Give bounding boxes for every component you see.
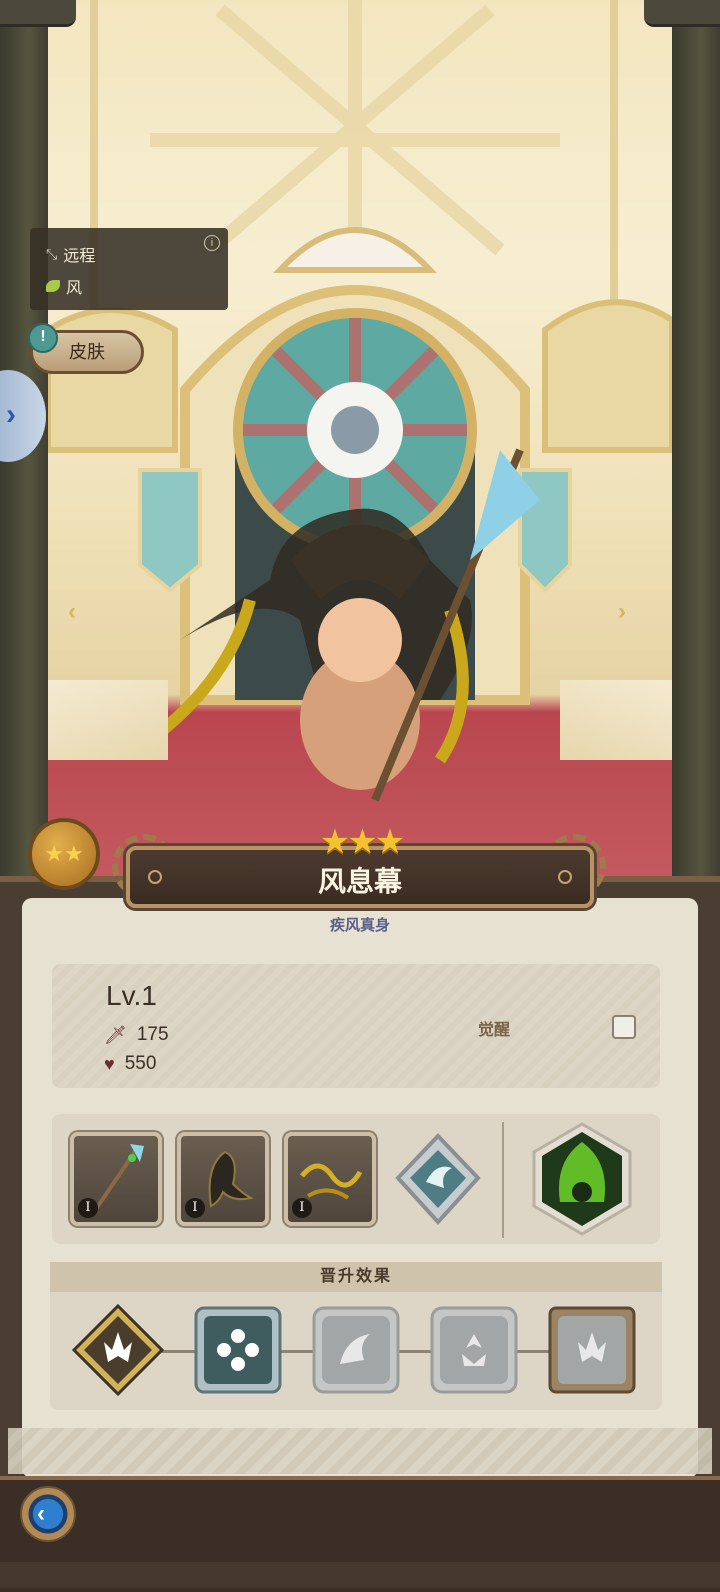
hero-name: 风息幕 bbox=[317, 866, 402, 897]
element-label: 风 bbox=[66, 280, 83, 297]
range-label: 远程 bbox=[63, 248, 96, 265]
plate-rivet-right bbox=[558, 870, 572, 884]
hero-showcase-scene bbox=[0, 0, 720, 890]
rank-badge[interactable]: ★★ bbox=[28, 818, 100, 890]
sword-icon: 🗡 bbox=[104, 1024, 127, 1045]
floor-tiles-left bbox=[48, 680, 168, 760]
previous-hero-arrow[interactable]: ‹ bbox=[68, 598, 92, 626]
attack-stat: 🗡 175 bbox=[104, 1024, 169, 1046]
hero-subtitle: 疾风真身 bbox=[329, 917, 390, 934]
promotion-stage-2[interactable] bbox=[192, 1304, 284, 1396]
info-icon[interactable]: i bbox=[204, 235, 220, 251]
awaken-label: 觉醒 bbox=[478, 1022, 511, 1039]
equipment-divider bbox=[502, 1122, 504, 1238]
right-pillar-cap bbox=[644, 0, 720, 27]
rank-star-icon: ★★ bbox=[44, 841, 84, 866]
range-row: ⤡ 远程 bbox=[46, 242, 95, 266]
promotion-header: 晋升效果 bbox=[50, 1262, 662, 1292]
promotion-stage-5[interactable] bbox=[546, 1304, 638, 1396]
equipment-slot-weapon[interactable]: I bbox=[70, 1132, 162, 1226]
skill-slot[interactable] bbox=[530, 1122, 634, 1236]
back-button[interactable]: ‹ bbox=[20, 1486, 76, 1542]
bottom-strip bbox=[0, 1562, 720, 1588]
hero-level: Lv.1 bbox=[106, 980, 157, 1011]
equipment-tier: I bbox=[292, 1198, 312, 1218]
awaken-checkbox[interactable] bbox=[612, 1015, 636, 1039]
hp-value: 550 bbox=[124, 1053, 157, 1074]
equipment-tier: I bbox=[78, 1198, 98, 1218]
panel-hatch-footer bbox=[8, 1428, 712, 1474]
wind-leaf-icon bbox=[46, 280, 60, 292]
element-row: 风 bbox=[46, 274, 82, 298]
skin-alert-badge: ! bbox=[28, 323, 58, 353]
back-arrow-icon: ‹ bbox=[37, 1500, 45, 1527]
equipment-tier: I bbox=[185, 1198, 205, 1218]
left-pillar-cap bbox=[0, 0, 76, 27]
star-rating: ★★★ bbox=[306, 822, 416, 862]
chevron-right-icon: › bbox=[6, 398, 16, 431]
promotion-stage-4[interactable] bbox=[428, 1304, 520, 1396]
star-icon: ★ bbox=[374, 823, 406, 861]
heart-icon: ♥ bbox=[104, 1053, 115, 1074]
promotion-stage-1[interactable] bbox=[72, 1304, 164, 1396]
hero-type-info[interactable]: ⤡ 远程 风 i bbox=[30, 228, 228, 310]
hp-stat: ♥ 550 bbox=[104, 1053, 156, 1075]
equipment-slot-armor[interactable]: I bbox=[177, 1132, 269, 1226]
equipment-slot-accessory[interactable]: I bbox=[284, 1132, 376, 1226]
next-hero-arrow[interactable]: › bbox=[618, 598, 642, 626]
relic-slot[interactable] bbox=[392, 1132, 484, 1226]
right-pillar bbox=[672, 0, 720, 890]
attack-value: 175 bbox=[136, 1024, 169, 1045]
star-icon: ★ bbox=[347, 823, 378, 861]
bow-icon: ⤡ bbox=[46, 245, 58, 262]
star-icon: ★ bbox=[319, 823, 351, 861]
floor-tiles-right bbox=[560, 680, 672, 760]
promotion-stage-3[interactable] bbox=[310, 1304, 402, 1396]
